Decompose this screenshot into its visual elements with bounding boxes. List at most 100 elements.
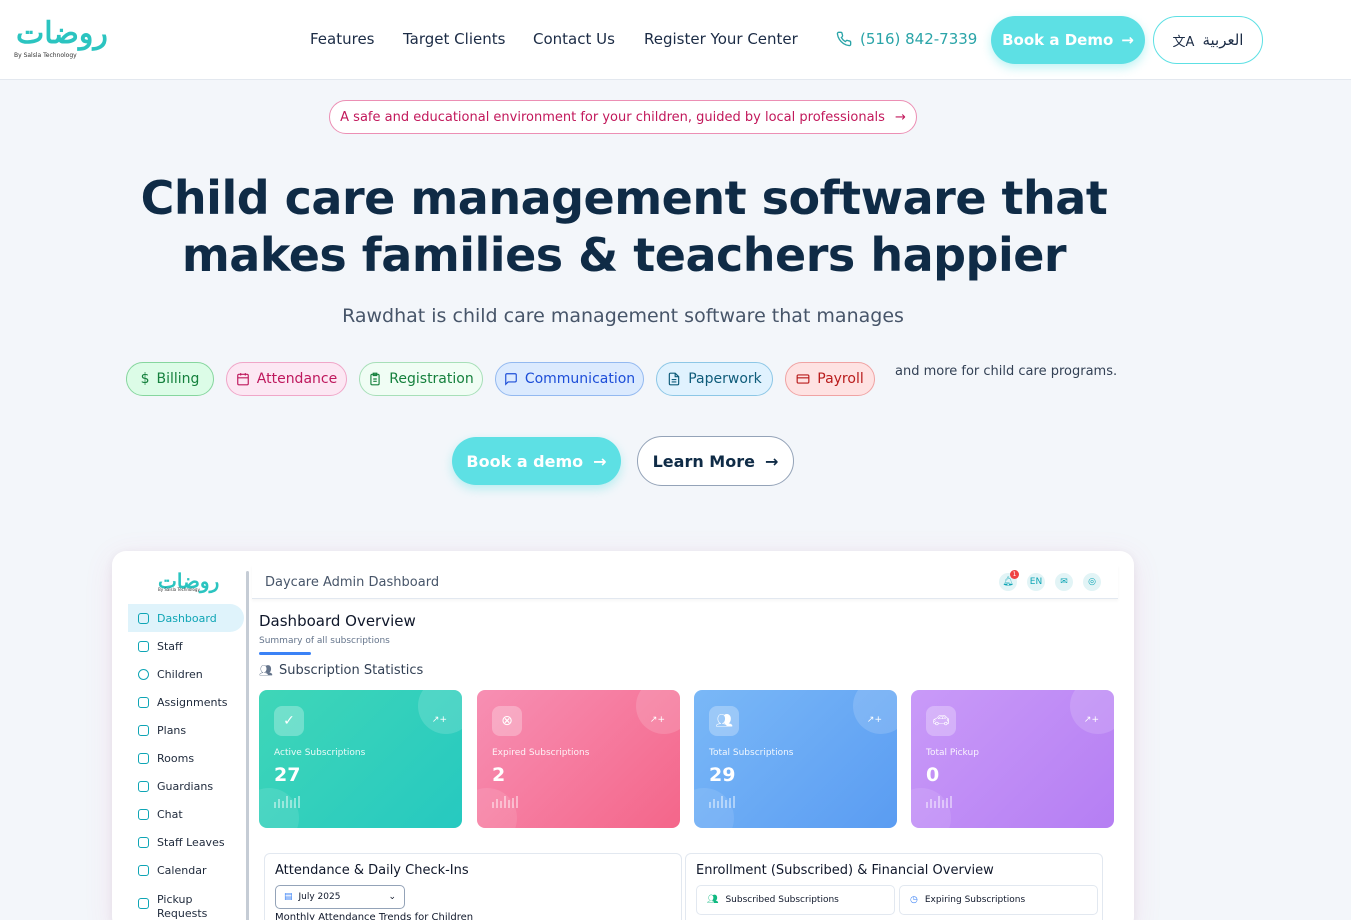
chat-icon (138, 808, 149, 820)
trend-up-icon: ↗+ (866, 715, 882, 725)
mail-icon[interactable]: ✉ (1055, 573, 1073, 591)
nav-features[interactable]: Features (310, 30, 375, 48)
mini-bar-icon (709, 796, 735, 808)
phone-icon (836, 31, 852, 47)
cta-label: Book a demo (466, 451, 584, 471)
stats-heading: 👥︎ Subscription Statistics (259, 663, 423, 678)
tag-registration[interactable]: Registration (359, 362, 483, 396)
card-icon (796, 374, 810, 384)
calendar-icon: ▤ (284, 892, 293, 902)
attendance-title: Attendance & Daily Check-Ins (275, 863, 469, 878)
top-navbar: روضات By Salsla Technology Features Targ… (0, 0, 1351, 80)
total-subscriptions-card[interactable]: 👥︎ ↗+ Total Subscriptions 29 (694, 690, 897, 828)
chat-icon (504, 373, 517, 386)
sidebar-label: Calendar (157, 863, 207, 877)
tag-attendance[interactable]: Attendance (226, 362, 347, 396)
enrollment-panel: Enrollment (Subscribed) & Financial Over… (685, 853, 1103, 920)
learn-more-cta[interactable]: Learn More → (637, 436, 794, 486)
sidebar-item-chat[interactable]: Chat (128, 800, 244, 828)
sidebar-label: Guardians (157, 779, 214, 793)
month-select-value: July 2025 (298, 892, 341, 902)
logo-text: روضات (16, 16, 108, 51)
language-toggle-button[interactable]: 文A العربية (1153, 16, 1263, 64)
overview-underline (259, 652, 311, 655)
mini-bar-icon (926, 796, 952, 808)
users-icon (138, 640, 149, 652)
expiring-label: Expiring Subscriptions (924, 895, 1026, 905)
sidebar-item-calendar[interactable]: Calendar (128, 856, 244, 884)
hero-headline: Child care management software that make… (0, 170, 1248, 284)
translate-icon: 文A (1172, 34, 1195, 50)
month-select[interactable]: ▤ July 2025 ⌄ (275, 885, 405, 909)
profile-icon[interactable]: ◎ (1083, 573, 1101, 591)
clock-icon: ◷ (910, 895, 918, 905)
tag-communication[interactable]: Communication (495, 362, 644, 396)
card-decoration (853, 690, 897, 734)
attendance-panel: Attendance & Daily Check-Ins ▤ July 2025… (264, 853, 682, 920)
sidebar-label: Plans (157, 723, 187, 737)
check-circle-icon: ✓ (274, 706, 304, 736)
phone-link[interactable]: (516) 842-7339 (836, 30, 977, 48)
trend-up-icon: ↗+ (1083, 715, 1099, 725)
users-icon: 👥︎ (707, 895, 719, 905)
card-label: Total Subscriptions (709, 748, 794, 758)
sidebar-label: Staff Leaves (157, 835, 225, 849)
tag-payroll[interactable]: Payroll (785, 362, 875, 396)
book-demo-button[interactable]: Book a Demo → (991, 16, 1145, 64)
subscribed-subscriptions-box[interactable]: 👥︎ Subscribed Subscriptions (696, 885, 895, 915)
users-icon: 👥︎ (259, 664, 273, 677)
card-value: 27 (274, 764, 301, 786)
sidebar-item-guardians[interactable]: Guardians (128, 772, 244, 800)
trend-up-icon: ↗+ (649, 715, 665, 725)
dashboard-logo-tagline: By Salsla Technology (158, 587, 200, 592)
nav-register-center[interactable]: Register Your Center (644, 30, 798, 48)
sidebar-item-assignments[interactable]: Assignments (128, 688, 244, 716)
subscribed-label: Subscribed Subscriptions (725, 895, 839, 905)
tag-label: Paperwork (688, 371, 762, 387)
tag-billing[interactable]: $ Billing (126, 362, 214, 396)
car-icon (138, 898, 149, 909)
expired-subscriptions-card[interactable]: ⊗ ↗+ Expired Subscriptions 2 (477, 690, 680, 828)
nav-contact-us[interactable]: Contact Us (533, 30, 615, 48)
dollar-icon: $ (140, 371, 150, 387)
door-icon (138, 752, 149, 764)
overview-title: Dashboard Overview (259, 612, 416, 630)
mini-bar-icon (492, 796, 518, 808)
card-decoration (259, 788, 299, 828)
enrollment-title: Enrollment (Subscribed) & Financial Over… (696, 863, 994, 878)
users-icon: 👥︎ (709, 706, 739, 736)
active-subscriptions-card[interactable]: ✓ ↗+ Active Subscriptions 27 (259, 690, 462, 828)
sidebar-scrollbar[interactable] (246, 571, 249, 920)
card-value: 0 (926, 764, 940, 786)
tag-label: Attendance (256, 371, 338, 387)
card-decoration (636, 690, 680, 734)
bell-icon[interactable]: 🔔︎ 1 (999, 570, 1019, 591)
card-decoration (477, 788, 517, 828)
sidebar-item-dashboard[interactable]: Dashboard (128, 604, 244, 632)
tag-label: Registration (389, 371, 474, 387)
book-demo-label: Book a Demo (1002, 31, 1114, 49)
card-label: Expired Subscriptions (492, 748, 590, 758)
sidebar-item-staff[interactable]: Staff (128, 632, 244, 660)
book-demo-cta[interactable]: Book a demo → (452, 437, 621, 485)
arrow-right-icon: → (764, 451, 779, 471)
sidebar-item-plans[interactable]: Plans (128, 716, 244, 744)
sidebar-item-pickup[interactable]: Pickup Requests (128, 884, 244, 920)
language-badge[interactable]: EN (1027, 573, 1045, 591)
phone-number: (516) 842-7339 (860, 30, 978, 48)
tag-paperwork[interactable]: Paperwork (656, 362, 773, 396)
chevron-down-icon: ⌄ (388, 892, 396, 902)
total-pickup-card[interactable]: 🚗︎ ↗+ Total Pickup 0 (911, 690, 1114, 828)
document-icon (668, 372, 680, 386)
announcement-pill[interactable]: A safe and educational environment for y… (329, 100, 917, 134)
dashboard-sidebar: روضات By Salsla Technology Dashboard Sta… (112, 551, 246, 920)
mini-bar-icon (274, 796, 300, 808)
expiring-subscriptions-box[interactable]: ◷ Expiring Subscriptions (899, 885, 1098, 915)
sidebar-label: Chat (157, 807, 183, 821)
sidebar-label: Pickup Requests (157, 893, 208, 920)
sidebar-item-children[interactable]: Children (128, 660, 244, 688)
sidebar-item-staff-leaves[interactable]: Staff Leaves (128, 828, 244, 856)
nav-target-clients[interactable]: Target Clients (403, 30, 505, 48)
sidebar-item-rooms[interactable]: Rooms (128, 744, 244, 772)
brand-logo[interactable]: روضات By Salsla Technology (14, 16, 114, 62)
